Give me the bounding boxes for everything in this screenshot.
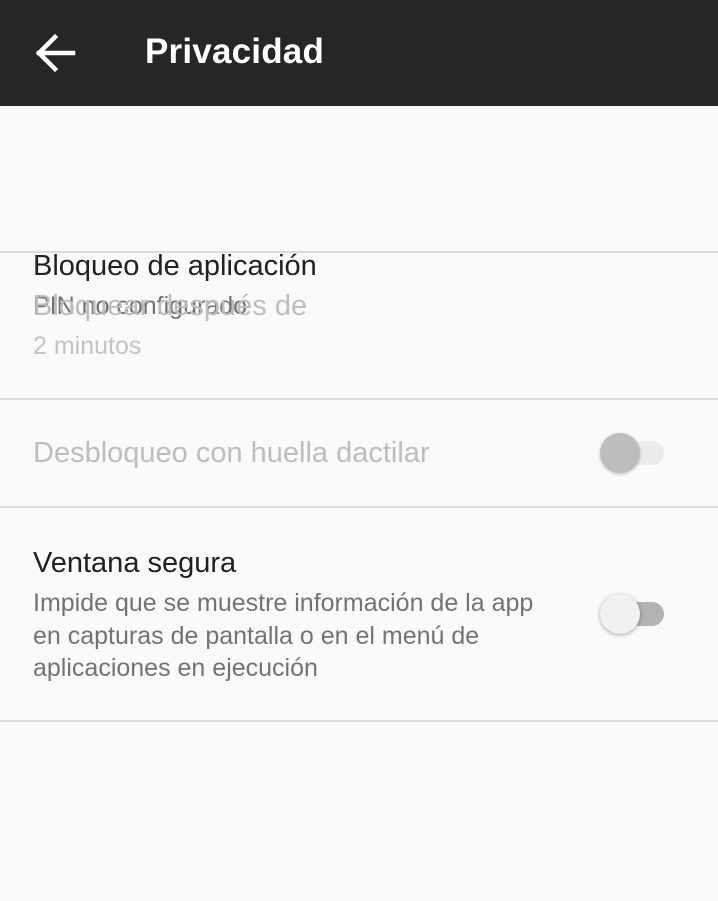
- setting-summary: 2 minutos: [33, 332, 142, 360]
- fingerprint-unlock-switch[interactable]: [600, 431, 666, 475]
- back-button[interactable]: [24, 22, 86, 84]
- setting-title: Bloquear después de: [33, 290, 308, 322]
- arrow-back-icon: [35, 33, 76, 73]
- setting-fingerprint-unlock[interactable]: Desbloqueo con huella dactilar: [0, 400, 718, 508]
- switch-thumb: [600, 433, 640, 473]
- settings-list: Bloqueo de aplicación PIN no configurado…: [0, 106, 718, 722]
- setting-title: Desbloqueo con huella dactilar: [33, 437, 430, 469]
- page-title: Privacidad: [145, 32, 325, 71]
- setting-title: Ventana segura: [33, 547, 237, 579]
- setting-app-lock[interactable]: Bloqueo de aplicación PIN no configurado: [0, 106, 718, 320]
- secure-window-switch[interactable]: [600, 592, 666, 636]
- switch-thumb: [600, 594, 640, 634]
- setting-summary: Impide que se muestre información de la …: [33, 589, 534, 682]
- setting-secure-window[interactable]: Ventana segura Impide que se muestre inf…: [0, 508, 718, 722]
- setting-lock-after[interactable]: Bloquear después de 2 minutos: [0, 253, 718, 400]
- app-bar: Privacidad: [0, 0, 718, 106]
